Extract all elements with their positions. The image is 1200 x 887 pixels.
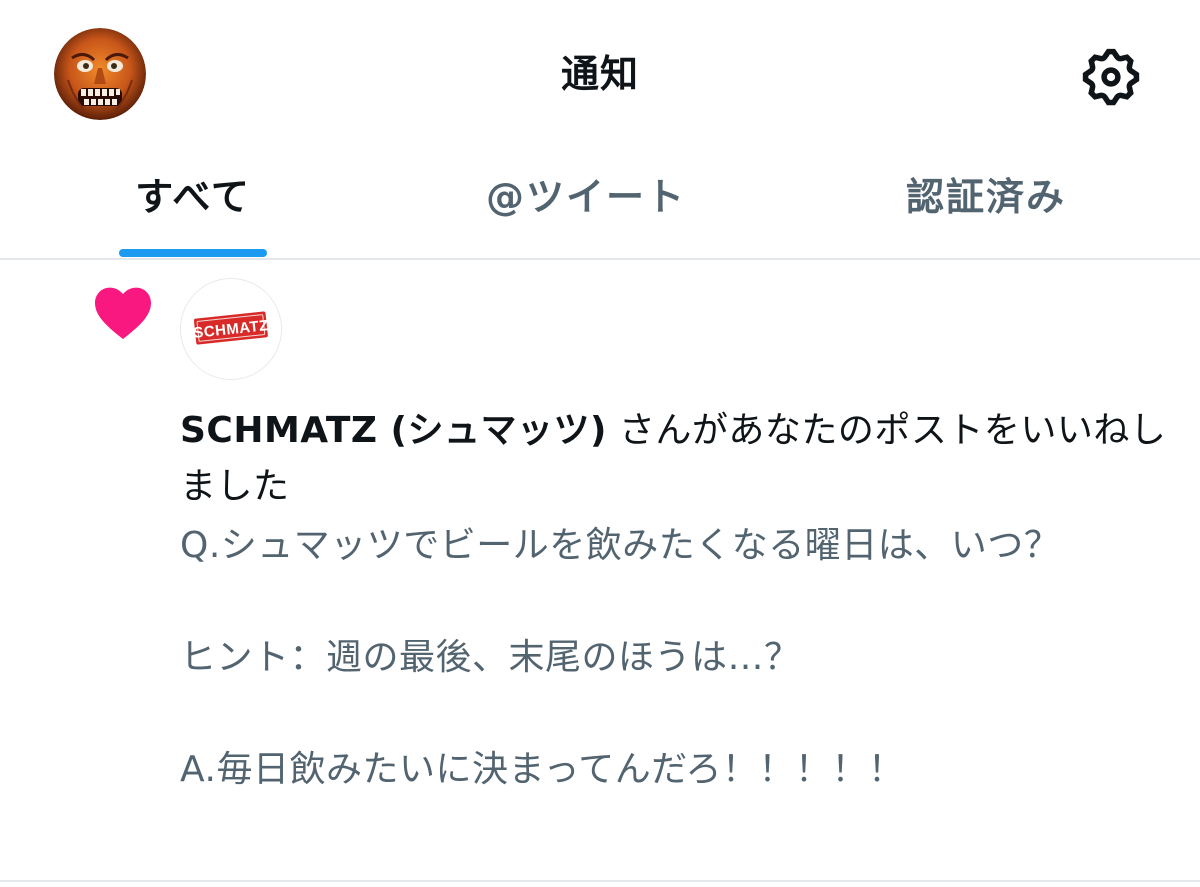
gear-icon[interactable] (1078, 44, 1144, 110)
heart-icon (92, 284, 154, 340)
actor-avatar[interactable]: SCHMATZ (180, 278, 282, 380)
tweet-preview-text[interactable]: Q.シュマッツでビールを飲みたくなる曜日は、いつ？ ヒント：週の最後、末尾のほう… (180, 518, 1140, 798)
tab-verified[interactable]: 認証済み (786, 150, 1186, 258)
tab-all[interactable]: すべて (0, 150, 386, 258)
tab-mentions[interactable]: @ツイート (386, 150, 786, 258)
tab-label: 認証済み (905, 175, 1066, 219)
tab-bar: すべて @ツイート 認証済み (0, 150, 1200, 260)
header: 通知 (0, 0, 1200, 150)
notification-text: SCHMATZ (シュマッツ) さんがあなたのポストをいいねしました (180, 403, 1180, 515)
notification-item[interactable]: SCHMATZ SCHMATZ (シュマッツ) さんがあなたのポストをいいねしま… (0, 260, 1200, 882)
page-title: 通知 (560, 52, 639, 96)
tab-label: すべて (135, 175, 251, 219)
active-tab-indicator (119, 249, 267, 257)
actor-name[interactable]: SCHMATZ (シュマッツ) (180, 410, 607, 451)
tab-label: @ツイート (485, 175, 686, 219)
